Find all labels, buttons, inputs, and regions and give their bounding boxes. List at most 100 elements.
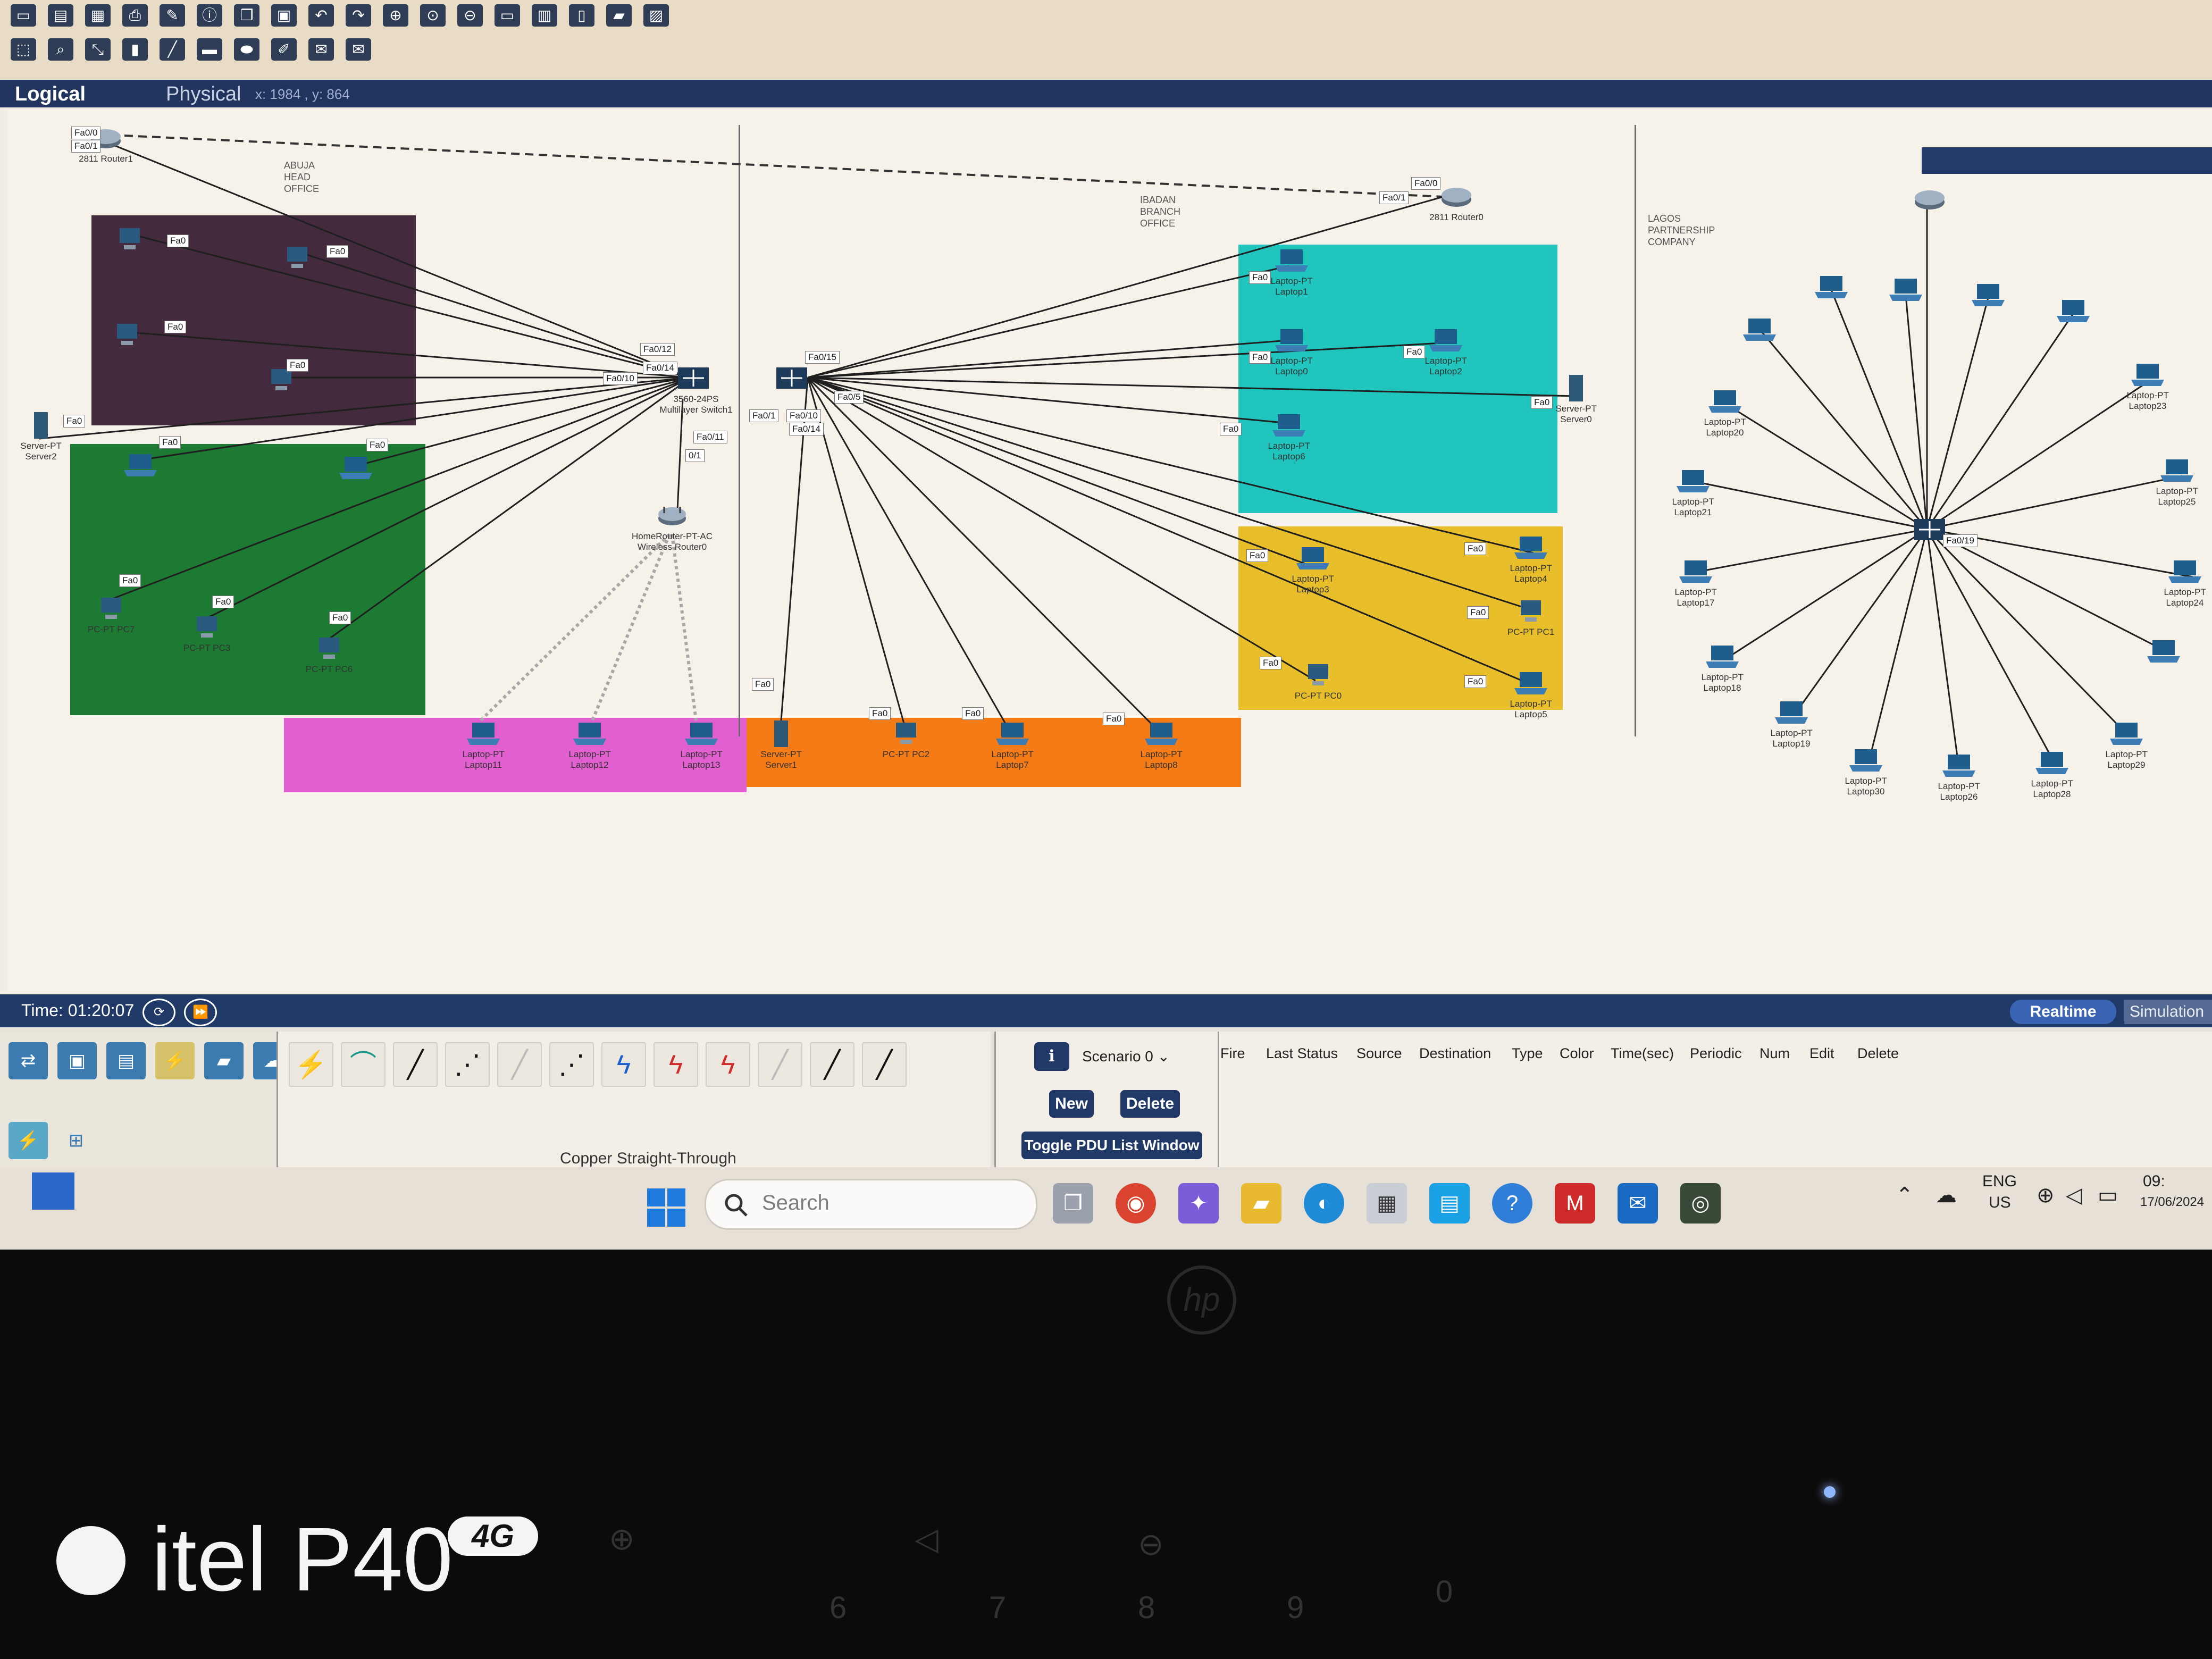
laptop26[interactable]: Laptop-PT Laptop26 xyxy=(1938,752,1980,802)
pc-head-office-1[interactable] xyxy=(111,226,148,254)
laptop2[interactable]: Laptop-PT Laptop2 xyxy=(1425,327,1467,376)
end-devices-icon[interactable]: ▣ xyxy=(57,1042,97,1079)
laptop29[interactable]: Laptop-PT Laptop29 xyxy=(2105,720,2148,770)
laptop23[interactable]: Laptop-PT Laptop23 xyxy=(2126,362,2169,411)
taskbar-clock[interactable]: 09: xyxy=(2143,1172,2165,1191)
pc1[interactable]: PC-PT PC1 xyxy=(1507,598,1554,637)
laptop21[interactable]: Laptop-PT Laptop21 xyxy=(1672,468,1714,517)
laptop4[interactable]: Laptop-PT Laptop4 xyxy=(1510,534,1552,584)
laptop6[interactable]: Laptop-PT Laptop6 xyxy=(1268,412,1310,462)
task-view-icon[interactable]: ❐ xyxy=(1053,1183,1093,1224)
server1[interactable]: Server-PT Server1 xyxy=(760,720,802,770)
laptop7[interactable]: Laptop-PT Laptop7 xyxy=(991,720,1034,770)
laptop-lagos-c[interactable] xyxy=(1887,276,1924,304)
laptop30[interactable]: Laptop-PT Laptop30 xyxy=(1845,747,1887,797)
chrome-icon[interactable]: ◉ xyxy=(1116,1183,1156,1224)
pc-head-office-6[interactable]: PC-PT PC3 xyxy=(183,614,230,653)
edge-icon[interactable]: ◐ xyxy=(1304,1183,1344,1224)
pc2[interactable]: PC-PT PC2 xyxy=(883,720,929,759)
laptop-head-office-1[interactable] xyxy=(122,452,159,480)
copilot-icon[interactable]: ✦ xyxy=(1178,1183,1219,1224)
octal-cable-icon[interactable]: ╱ xyxy=(758,1042,802,1087)
outlook-icon[interactable]: ✉ xyxy=(1618,1183,1658,1224)
network-devices-icon[interactable]: ⇄ xyxy=(9,1042,48,1079)
copy-icon[interactable]: ❐ xyxy=(234,4,259,27)
components-icon[interactable]: ▤ xyxy=(106,1042,146,1079)
realtime-mode-button[interactable]: Realtime xyxy=(2010,1000,2116,1024)
hp-app-icon[interactable]: ▤ xyxy=(1429,1183,1470,1224)
multilayer-switch1[interactable]: 3560-24PS Multilayer Switch1 xyxy=(660,364,733,415)
rectangle-icon[interactable]: ▬ xyxy=(197,38,222,61)
tab-physical[interactable]: Physical xyxy=(166,83,241,106)
misc-icon[interactable]: ▰ xyxy=(204,1042,244,1079)
new-scenario-button[interactable]: New xyxy=(1049,1090,1094,1118)
laptop17[interactable]: Laptop-PT Laptop17 xyxy=(1674,558,1717,608)
zoom-out-icon[interactable]: ⊖ xyxy=(457,4,483,27)
zoom-in-icon[interactable]: ⊕ xyxy=(383,4,408,27)
serial-dte-icon[interactable]: ϟ xyxy=(706,1042,750,1087)
ellipse-icon[interactable]: ⬬ xyxy=(234,38,259,61)
laptop-lagos-b[interactable] xyxy=(1813,274,1850,301)
coaxial-icon[interactable]: ϟ xyxy=(601,1042,646,1087)
laptop3[interactable]: Laptop-PT Laptop3 xyxy=(1292,545,1334,594)
pc-head-office-7[interactable]: PC-PT PC6 xyxy=(306,635,353,674)
redo-icon[interactable]: ↷ xyxy=(346,4,371,27)
select-icon[interactable]: ⬚ xyxy=(11,38,36,61)
windows-start-icon[interactable] xyxy=(646,1187,686,1228)
chevron-up-icon[interactable]: ⌃ xyxy=(1896,1183,1914,1208)
laptop13[interactable]: Laptop-PT Laptop13 xyxy=(680,720,723,770)
copper-cross-over-icon[interactable]: ⋰ xyxy=(445,1042,490,1087)
laptop-lagos-f[interactable] xyxy=(2145,638,2182,666)
taskbar-date[interactable]: 17/06/2024 xyxy=(2140,1195,2204,1210)
copper-straight-through-icon[interactable]: ╱ xyxy=(393,1042,438,1087)
volume-icon[interactable]: ◁ xyxy=(2066,1183,2082,1208)
fiber-icon[interactable]: ╱ xyxy=(497,1042,542,1087)
laptop12[interactable]: Laptop-PT Laptop12 xyxy=(568,720,611,770)
phone-cable-icon[interactable]: ⋰ xyxy=(549,1042,594,1087)
delete-scenario-button[interactable]: Delete xyxy=(1120,1090,1180,1118)
resize-icon[interactable]: ⤡ xyxy=(85,38,111,61)
paste-icon[interactable]: ▣ xyxy=(271,4,297,27)
router0[interactable]: 2811 Router0 xyxy=(1429,183,1484,222)
cloud-icon[interactable]: ☁ xyxy=(1936,1183,1957,1208)
auto-connection-icon[interactable]: ⚡ xyxy=(289,1042,333,1087)
laptop-lagos-e[interactable] xyxy=(2055,298,2092,325)
laptop28[interactable]: Laptop-PT Laptop28 xyxy=(2031,750,2073,799)
pc-head-office-5[interactable]: PC-PT PC7 xyxy=(88,596,135,634)
help-icon[interactable]: ? xyxy=(1492,1183,1532,1224)
laptop-lagos-a[interactable] xyxy=(1741,316,1778,344)
console-cable-icon[interactable]: ⌒ xyxy=(341,1042,386,1087)
switch-ibadan[interactable] xyxy=(773,364,810,392)
laptop1[interactable]: Laptop-PT Laptop1 xyxy=(1270,247,1313,297)
toggle-pdu-list-button[interactable]: Toggle PDU List Window xyxy=(1021,1132,1202,1159)
laptop19[interactable]: Laptop-PT Laptop19 xyxy=(1770,699,1813,749)
complex-pdu-icon[interactable]: ✉ xyxy=(346,38,371,61)
print-icon[interactable]: ⎙ xyxy=(122,4,148,27)
activity-wizard-icon[interactable]: ✎ xyxy=(160,4,185,27)
pc0[interactable]: PC-PT PC0 xyxy=(1295,662,1342,701)
pc-head-office-2[interactable] xyxy=(279,245,316,272)
server0[interactable]: Server-PT Server0 xyxy=(1555,375,1597,424)
mcafee-icon[interactable]: M xyxy=(1555,1183,1595,1224)
folder-icon[interactable]: ▰ xyxy=(606,4,632,27)
custom-device-icon[interactable]: ▥ xyxy=(532,4,557,27)
laptop24[interactable]: Laptop-PT Laptop24 xyxy=(2164,558,2206,608)
drawing-palette-icon[interactable]: ▭ xyxy=(495,4,520,27)
simulation-mode-button[interactable]: Simulation xyxy=(2124,1000,2212,1024)
grid-icon[interactable]: ⊞ xyxy=(56,1122,96,1159)
power-cycle-icon[interactable]: ⟳ xyxy=(143,999,175,1026)
laptop20[interactable]: Laptop-PT Laptop20 xyxy=(1704,388,1746,438)
network-icon[interactable]: ⊕ xyxy=(2037,1183,2055,1208)
tab-logical[interactable]: Logical xyxy=(15,83,86,106)
laptop-head-office-2[interactable] xyxy=(337,455,374,482)
laptop25[interactable]: Laptop-PT Laptop25 xyxy=(2156,457,2198,507)
save-icon[interactable]: ▦ xyxy=(85,4,111,27)
delete-tool-icon[interactable]: ▮ xyxy=(122,38,148,61)
freeform-icon[interactable]: ✐ xyxy=(271,38,297,61)
router-lagos[interactable] xyxy=(1911,186,1948,214)
laptop18[interactable]: Laptop-PT Laptop18 xyxy=(1701,643,1744,693)
connections-subtype-icon[interactable]: ⚡ xyxy=(9,1122,48,1159)
network-info-icon[interactable]: ⓘ xyxy=(197,4,222,27)
wireless-router0[interactable]: HomeRouter-PT-AC Wireless Router0 xyxy=(632,502,713,552)
new-file-icon[interactable]: ▭ xyxy=(11,4,36,27)
